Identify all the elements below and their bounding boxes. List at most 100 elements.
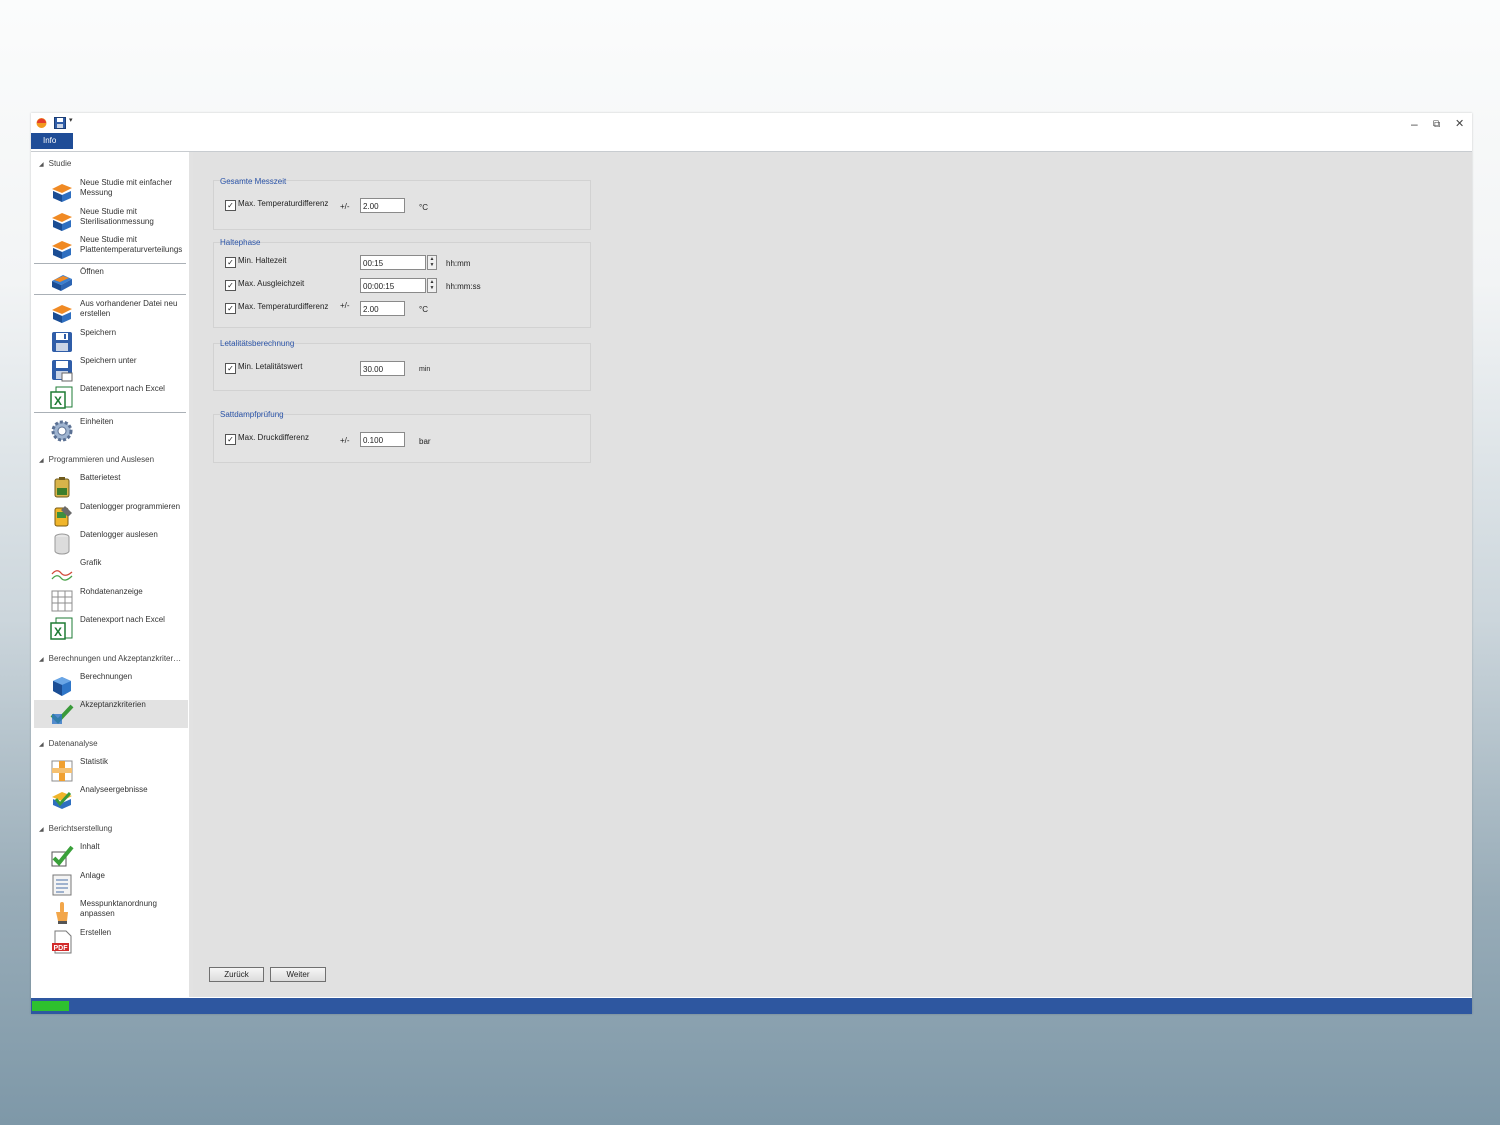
sidebar-item-speichern-unter[interactable]: Speichern unter <box>34 356 188 384</box>
title-bar: ▾ Info – ⧉ ✕ <box>31 113 1472 149</box>
sidebar-item-anlage[interactable]: Anlage <box>34 871 188 899</box>
checkbox[interactable]: ✓ <box>225 200 236 211</box>
quick-access-dropdown-icon[interactable]: ▾ <box>69 116 73 124</box>
section-header-berichtserstellung[interactable]: ◢ Berichtserstellung <box>39 824 112 833</box>
next-button[interactable]: Weiter <box>270 967 326 982</box>
sidebar-item-label: Erstellen <box>80 928 112 937</box>
new-study-icon <box>50 301 74 325</box>
quick-save-icon[interactable] <box>54 116 66 134</box>
sidebar-item-neue-studie-einfach[interactable]: Neue Studie mit einfacher Messung <box>34 178 188 206</box>
sidebar-item-label: Anlage <box>80 871 105 880</box>
sidebar-item-oeffnen[interactable]: Öffnen <box>34 267 188 295</box>
spinner-arrows-icon[interactable]: ▲ ▼ <box>427 255 437 270</box>
graph-icon <box>50 560 74 584</box>
sidebar-item-label: Rohdatenanzeige <box>80 587 143 596</box>
time-input[interactable]: 00:15 <box>360 255 426 270</box>
sidebar-item-neue-studie-sterilisation[interactable]: Neue Studie mit Sterilisationmessung <box>34 207 188 235</box>
sidebar-item-einheiten[interactable]: Einheiten <box>34 417 188 445</box>
sidebar-item-label: Neue Studie mit Plattentemperaturverteil… <box>80 235 183 254</box>
sidebar-item-datenexport-excel-2[interactable]: X Datenexport nach Excel <box>34 615 188 643</box>
progress-bar <box>32 1001 69 1011</box>
sidebar-item-label: Datenexport nach Excel <box>80 615 165 624</box>
sidebar-divider <box>34 294 186 295</box>
sidebar-item-label: Datenlogger programmieren <box>80 502 181 511</box>
open-book-icon <box>50 269 74 293</box>
sidebar-item-speichern[interactable]: Speichern <box>34 328 188 356</box>
sidebar-item-datenexport-excel[interactable]: X Datenexport nach Excel <box>34 384 188 412</box>
sidebar-item-statistik[interactable]: Statistik <box>34 757 188 785</box>
section-title: Berichtserstellung <box>48 824 113 833</box>
sidebar-item-aus-datei-neu[interactable]: Aus vorhandener Datei neu erstellen <box>34 299 188 327</box>
checkbox[interactable]: ✓ <box>225 434 236 445</box>
value-input[interactable]: 30.00 <box>360 361 405 376</box>
new-study-icon <box>50 209 74 233</box>
collapse-triangle-icon: ◢ <box>39 827 44 833</box>
sidebar-item-label: Speichern <box>80 328 117 337</box>
info-tab[interactable]: Info <box>31 133 73 149</box>
checkbox[interactable]: ✓ <box>225 257 236 268</box>
sidebar-item-analyseergebnisse[interactable]: Analyseergebnisse <box>34 785 188 813</box>
collapse-triangle-icon: ◢ <box>39 162 44 168</box>
sidebar-item-datenlogger-auslesen[interactable]: Datenlogger auslesen <box>34 530 188 558</box>
new-study-icon <box>50 237 74 261</box>
restore-button[interactable]: ⧉ <box>1433 119 1440 130</box>
checkbox[interactable]: ✓ <box>225 303 236 314</box>
time-input[interactable]: 00:00:15 <box>360 278 426 293</box>
section-header-programmieren[interactable]: ◢ Programmieren und Auslesen <box>39 455 154 464</box>
group-title: Haltephase <box>220 238 261 247</box>
sidebar-item-rohdatenanzeige[interactable]: Rohdatenanzeige <box>34 587 188 615</box>
section-header-berechnungen[interactable]: ◢ Berechnungen und Akzeptanzkriter… <box>39 654 181 663</box>
status-bar <box>31 998 1472 1014</box>
unit-label: min <box>419 366 431 373</box>
sidebar-item-batterietest[interactable]: Batterietest <box>34 473 188 501</box>
sidebar-item-datenlogger-programmieren[interactable]: Datenlogger programmieren <box>34 502 188 530</box>
plus-minus-label: +/- <box>340 436 350 445</box>
acceptance-criteria-panel: Gesamte Messzeit ✓ Max. Temperaturdiffer… <box>193 152 1472 997</box>
value-input[interactable]: 0.100 <box>360 432 405 447</box>
sidebar-item-erstellen[interactable]: PDF Erstellen <box>34 928 188 956</box>
checkbox[interactable]: ✓ <box>225 280 236 291</box>
collapse-triangle-icon: ◢ <box>39 458 44 464</box>
save-as-icon <box>50 358 74 382</box>
value-input[interactable]: 2.00 <box>360 301 405 316</box>
logger-read-icon <box>50 532 74 556</box>
battery-icon <box>50 475 74 499</box>
section-title: Studie <box>48 159 72 168</box>
section-header-studie[interactable]: ◢ Studie <box>39 159 71 168</box>
sidebar-item-messpunktanordnung[interactable]: Messpunktanordnung anpassen <box>34 899 188 927</box>
new-study-icon <box>50 180 74 204</box>
pdf-icon: PDF <box>50 930 74 954</box>
sidebar: ◢ Studie Neue Studie mit einfacher Messun… <box>31 152 193 997</box>
back-button[interactable]: Zurück <box>209 967 264 982</box>
svg-text:X: X <box>54 394 62 408</box>
value-input[interactable]: 2.00 <box>360 198 405 213</box>
spinner-arrows-icon[interactable]: ▲ ▼ <box>427 278 437 293</box>
content-area: ◢ Studie Neue Studie mit einfacher Messun… <box>31 151 1472 997</box>
calculator-icon <box>50 674 74 698</box>
sidebar-item-berechnungen[interactable]: Berechnungen <box>34 672 188 700</box>
sidebar-item-label: Neue Studie mit Sterilisationmessung <box>80 207 154 226</box>
row-label: Max. Temperaturdifferenz <box>238 199 329 208</box>
svg-text:X: X <box>54 625 62 639</box>
unit-label: bar <box>419 437 431 446</box>
minimize-button[interactable]: – <box>1411 117 1418 131</box>
close-button[interactable]: ✕ <box>1455 117 1464 130</box>
section-header-datenanalyse[interactable]: ◢ Datenanalyse <box>39 739 98 748</box>
sidebar-item-label: Akzeptanzkriterien <box>80 700 146 709</box>
sidebar-item-label: Speichern unter <box>80 356 137 365</box>
row-label: Max. Ausgleichzeit <box>238 279 305 288</box>
unit-label: hh:mm <box>446 259 471 268</box>
plus-minus-label: +/- <box>340 301 350 310</box>
sidebar-item-grafik[interactable]: Grafik <box>34 558 188 586</box>
sidebar-item-akzeptanzkriterien[interactable]: Akzeptanzkriterien <box>34 700 188 728</box>
sidebar-item-neue-studie-platten[interactable]: Neue Studie mit Plattentemperaturverteil… <box>34 235 188 263</box>
collapse-triangle-icon: ◢ <box>39 742 44 748</box>
row-label: Min. Letalitätswert <box>238 362 303 371</box>
sidebar-item-inhalt[interactable]: Inhalt <box>34 842 188 870</box>
unit-label: °C <box>419 305 428 314</box>
sidebar-divider <box>34 263 186 264</box>
sidebar-item-label: Inhalt <box>80 842 100 851</box>
sidebar-item-label: Statistik <box>80 757 109 766</box>
checkbox[interactable]: ✓ <box>225 363 236 374</box>
sidebar-item-label: Batterietest <box>80 473 121 482</box>
